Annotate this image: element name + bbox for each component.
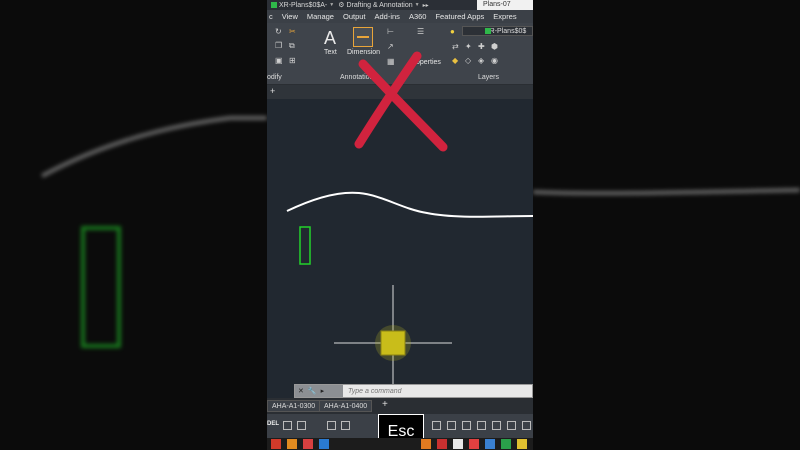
polar-icon[interactable] <box>341 421 350 430</box>
model-space-label[interactable]: DEL <box>267 421 279 427</box>
app-icon[interactable] <box>485 439 495 449</box>
app-icon[interactable] <box>271 439 281 449</box>
app-icon[interactable] <box>469 439 479 449</box>
grid-icon[interactable] <box>283 421 292 430</box>
app-icon[interactable] <box>501 439 511 449</box>
layout-tab[interactable]: AHA-A1-0300 <box>267 400 321 412</box>
lineweight-icon[interactable] <box>447 421 456 430</box>
snap-icon[interactable] <box>297 421 306 430</box>
add-layout-icon[interactable]: + <box>382 399 388 410</box>
red-x-overlay <box>354 51 448 152</box>
customization-icon[interactable] <box>522 421 531 430</box>
close-icon[interactable]: ✕ <box>298 387 304 395</box>
selection-cycling-icon[interactable] <box>477 421 486 430</box>
app-icon[interactable] <box>303 439 313 449</box>
app-icon[interactable] <box>517 439 527 449</box>
app-icon[interactable] <box>453 439 463 449</box>
app-icon[interactable] <box>287 439 297 449</box>
command-line-icons: ✕ 🔧 ▸ <box>295 385 343 397</box>
annotation-scale-icon[interactable] <box>492 421 501 430</box>
transparency-icon[interactable] <box>462 421 471 430</box>
osnap-icon[interactable] <box>432 421 441 430</box>
windows-taskbar <box>267 438 533 450</box>
layout-tab[interactable]: AHA-A1-0400 <box>319 400 373 412</box>
video-frame: XR-Plans$0$A- ▼ ⚙ Drafting & Annotation … <box>0 0 800 450</box>
ortho-icon[interactable] <box>327 421 336 430</box>
command-input[interactable] <box>343 385 523 397</box>
app-icon[interactable] <box>437 439 447 449</box>
app-icon[interactable] <box>319 439 329 449</box>
autocad-window: XR-Plans$0$A- ▼ ⚙ Drafting & Annotation … <box>267 0 533 450</box>
layout-tabs: AHA-A1-0300 AHA-A1-0400 + <box>267 398 533 414</box>
command-line[interactable]: ✕ 🔧 ▸ <box>294 384 533 398</box>
prompt-icon[interactable]: ▸ <box>321 387 325 395</box>
wrench-icon[interactable]: 🔧 <box>308 387 317 395</box>
app-icon[interactable] <box>421 439 431 449</box>
workspace-icon[interactable] <box>507 421 516 430</box>
